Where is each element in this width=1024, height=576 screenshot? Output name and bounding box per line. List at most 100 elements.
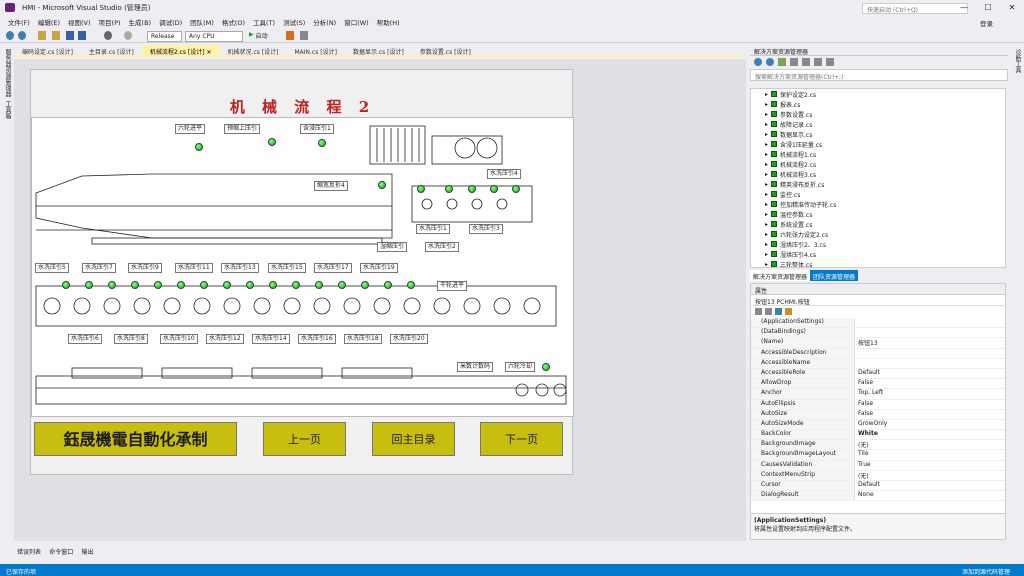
- tool-icon[interactable]: [300, 31, 308, 40]
- property-row[interactable]: AllowDrop False: [751, 379, 1005, 390]
- property-row[interactable]: Anchor Top, Left: [751, 389, 1005, 400]
- menu-analyze[interactable]: 分析(N): [309, 15, 340, 28]
- list-item[interactable]: ▸ 六轮张力设定2.cs: [751, 229, 1005, 239]
- list-item[interactable]: ▸ 故障记录.cs: [751, 119, 1005, 129]
- menu-debug[interactable]: 调试(D): [155, 15, 186, 28]
- tab-encoding[interactable]: 编码设定.cs [设计]: [14, 45, 81, 56]
- server-explorer-tab[interactable]: 服务器资源管理器: [3, 49, 12, 97]
- property-row[interactable]: (ApplicationSettings): [751, 318, 1005, 329]
- categorized-icon[interactable]: [755, 308, 762, 315]
- tab-parameters[interactable]: 参数设置.cs [设计]: [412, 45, 479, 56]
- platform-select[interactable]: Any CPU: [185, 31, 243, 42]
- property-row[interactable]: CausesValidation True: [751, 460, 1005, 471]
- undo-icon[interactable]: [104, 31, 112, 40]
- refresh-icon[interactable]: [802, 58, 810, 66]
- tab-error-list[interactable]: 错误列表: [14, 543, 44, 560]
- list-item[interactable]: ▸ 机械流程3.cs: [751, 169, 1005, 179]
- list-item[interactable]: ▸ 数据显示.cs: [751, 129, 1005, 139]
- list-item[interactable]: ▸ 含浸1压延量.cs: [751, 139, 1005, 149]
- tab-command-window[interactable]: 命令窗口: [46, 543, 76, 560]
- list-item[interactable]: ▸ 湿烘压引2、3.cs: [751, 239, 1005, 249]
- list-item[interactable]: ▸ 机械流程2.cs: [751, 159, 1005, 169]
- property-row[interactable]: BackColor White: [751, 430, 1005, 441]
- list-item[interactable]: ▸ 参数设置.cs: [751, 109, 1005, 119]
- list-item[interactable]: ▸ 报表.cs: [751, 99, 1005, 109]
- menu-help[interactable]: 帮助(H): [373, 15, 404, 28]
- property-row[interactable]: DialogResult None: [751, 491, 1005, 502]
- diagnostics-tab[interactable]: 诊断工具: [1013, 49, 1022, 73]
- property-row[interactable]: (DataBindings): [751, 328, 1005, 339]
- close-icon[interactable]: ✕: [1000, 0, 1024, 15]
- menu-test[interactable]: 测试(S): [279, 15, 309, 28]
- property-row[interactable]: AutoSize False: [751, 409, 1005, 420]
- sync-icon[interactable]: [790, 58, 798, 66]
- tab-machine-flow-2[interactable]: 机械流程2.cs [设计] ✕: [141, 45, 220, 56]
- open-icon[interactable]: [52, 31, 60, 40]
- list-item[interactable]: ▸ 温控参数.cs: [751, 209, 1005, 219]
- config-select[interactable]: Release: [147, 31, 182, 42]
- toolbox-tab[interactable]: 工具箱: [3, 101, 12, 119]
- list-item[interactable]: ▸ 湿烘压引4.cs: [751, 249, 1005, 259]
- close-icon[interactable]: ✕: [207, 49, 212, 56]
- property-row[interactable]: AutoEllipsis False: [751, 399, 1005, 410]
- tab-machine-status[interactable]: 机械状况.cs [设计]: [220, 45, 287, 56]
- alphabetical-icon[interactable]: [765, 308, 772, 315]
- list-item[interactable]: ▸ 控加精准传动子轮.cs: [751, 199, 1005, 209]
- save-icon[interactable]: [66, 31, 74, 40]
- property-row[interactable]: AccessibleName: [751, 358, 1005, 369]
- start-button[interactable]: ▶ 启动: [249, 31, 268, 40]
- minimize-icon[interactable]: —: [952, 0, 976, 15]
- tab-data-display[interactable]: 数据显示.cs [设计]: [345, 45, 412, 56]
- tab-main[interactable]: MAIN.cs [设计]: [286, 45, 344, 56]
- events-icon[interactable]: [785, 308, 792, 315]
- list-item[interactable]: ▸ 三轮整体.cs: [751, 259, 1005, 267]
- menu-project[interactable]: 项目(P): [95, 15, 125, 28]
- list-item[interactable]: ▸ 精英浸布反折.cs: [751, 179, 1005, 189]
- menu-window[interactable]: 窗口(W): [340, 15, 373, 28]
- menu-view[interactable]: 视图(V): [64, 15, 95, 28]
- tab-solution-explorer[interactable]: 解决方案资源管理器: [750, 270, 811, 281]
- source-control-button[interactable]: 添加到源代码管理: [962, 567, 1010, 576]
- redo-icon[interactable]: [124, 31, 132, 40]
- menu-build[interactable]: 生成(B): [125, 15, 156, 28]
- attach-icon[interactable]: [286, 31, 294, 40]
- property-row[interactable]: BackgroundImage (无): [751, 440, 1005, 451]
- back-icon[interactable]: [754, 58, 762, 66]
- forward-icon[interactable]: [766, 58, 774, 66]
- list-item[interactable]: ▸ 机械流程1.cs: [751, 149, 1005, 159]
- list-item[interactable]: ▸ 监控.cs: [751, 189, 1005, 199]
- property-row[interactable]: AccessibleRole Default: [751, 368, 1005, 380]
- prev-page-button[interactable]: 上一页: [263, 422, 346, 456]
- solution-search-input[interactable]: 搜索解决方案资源管理器(Ctrl+;): [750, 69, 1008, 81]
- tab-output[interactable]: 输出: [79, 543, 97, 560]
- home-icon[interactable]: [778, 58, 786, 66]
- properties-icon[interactable]: [826, 58, 834, 66]
- home-button[interactable]: 回主目录: [372, 422, 455, 456]
- property-row[interactable]: BackgroundImageLayout Tile: [751, 450, 1005, 461]
- hmi-form[interactable]: 机 械 流 程 2 六轮进平 预缩上压引 含浸压引1 缩宽反折4 水洗压引4 水…: [30, 69, 574, 475]
- list-item[interactable]: ▸ 保护设定2.cs: [751, 89, 1005, 99]
- menu-edit[interactable]: 编辑(E): [34, 15, 64, 28]
- menu-tools[interactable]: 工具(T): [249, 15, 279, 28]
- menu-format[interactable]: 格式(O): [218, 15, 249, 28]
- property-row[interactable]: AutoSizeMode GrowOnly: [751, 419, 1005, 431]
- properties-object-select[interactable]: 按钮13 PCHMI.按钮: [751, 295, 1005, 306]
- menu-file[interactable]: 文件(F): [4, 15, 34, 28]
- property-row[interactable]: AccessibleDescription: [751, 348, 1005, 359]
- forward-icon[interactable]: [18, 31, 26, 40]
- login-link[interactable]: 登录: [980, 18, 993, 28]
- tab-team-explorer[interactable]: 团队资源管理器: [810, 270, 859, 281]
- properties-icon[interactable]: [775, 308, 782, 315]
- maximize-icon[interactable]: ☐: [976, 0, 1000, 15]
- next-page-button[interactable]: 下一页: [480, 422, 563, 456]
- collapse-icon[interactable]: [814, 58, 822, 66]
- tab-main-menu[interactable]: 主目录.cs [设计]: [81, 45, 142, 56]
- list-item[interactable]: ▸ 系统设置.cs: [751, 219, 1005, 229]
- property-row[interactable]: (Name) 按钮13: [751, 338, 1005, 349]
- menu-team[interactable]: 团队(M): [186, 15, 218, 28]
- save-all-icon[interactable]: [78, 31, 86, 40]
- property-row[interactable]: Cursor Default: [751, 481, 1005, 492]
- new-project-icon[interactable]: [38, 31, 46, 40]
- property-row[interactable]: ContextMenuStrip (无): [751, 470, 1005, 481]
- back-icon[interactable]: [6, 31, 14, 40]
